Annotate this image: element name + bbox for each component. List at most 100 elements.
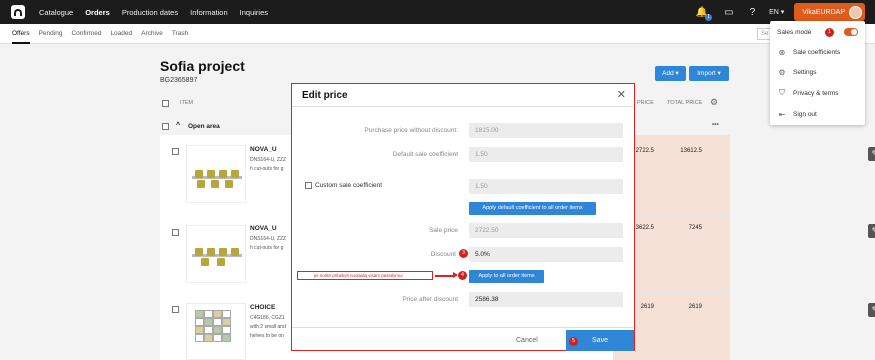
page-title: Sofia project (160, 58, 245, 74)
custom-coef-checkbox[interactable] (305, 182, 312, 189)
menu-item-sale-coefficients[interactable]: ⊗ Sale coefficients (770, 42, 865, 62)
tab-trash[interactable]: Trash (172, 24, 188, 44)
product-image (186, 225, 246, 283)
cancel-button[interactable]: Cancel (516, 337, 538, 344)
menu-item-sign-out[interactable]: ⇤ Sign out (770, 104, 865, 124)
help-icon[interactable]: ? (750, 7, 756, 18)
apply-to-all-button[interactable]: Apply to all order items (469, 270, 544, 283)
row-checkbox[interactable] (172, 229, 179, 236)
gear-icon: ⚙ (778, 67, 786, 77)
tab-offers[interactable]: Offers (12, 24, 30, 44)
product-desc: DNS164-U, ZZZ (250, 236, 287, 242)
product-desc: h cut-outs for g (250, 166, 284, 172)
divider (292, 327, 633, 328)
menu-item-label: Sale coefficients (793, 48, 841, 56)
bell-icon[interactable]: 🔔 1 (696, 7, 713, 21)
nav-information[interactable]: Information (190, 8, 228, 17)
custom-coef-label: Custom sale coefficient (315, 182, 383, 189)
custom-coef-field[interactable]: 1.50 (469, 179, 623, 194)
tab-confirmed[interactable]: Confirmed (71, 24, 101, 44)
more-icon[interactable]: ••• (712, 121, 719, 128)
product-name[interactable]: NOVA_U (250, 225, 277, 232)
row-total: 7245 (688, 225, 702, 231)
menu-item-label: Sign out (793, 110, 817, 118)
import-button[interactable]: Import ▾ (689, 66, 729, 81)
logo[interactable] (11, 5, 25, 19)
edit-price-modal: Edit price ✕ Purchase price without disc… (291, 83, 635, 351)
sales-mode-toggle[interactable] (844, 28, 858, 36)
edit-price-button[interactable]: ✎ (868, 303, 875, 317)
modal-title: Edit price (302, 90, 348, 101)
area-checkbox[interactable] (162, 123, 169, 130)
product-name[interactable]: CHOICE (250, 304, 275, 311)
gear-icon[interactable]: ⚙ (710, 97, 718, 108)
tab-archive[interactable]: Archive (141, 24, 163, 44)
after-discount-field: 2586.38 (469, 292, 623, 307)
annotation-note: jei norite pritaikyti nuolaidą visam pas… (297, 271, 433, 280)
product-image (186, 303, 246, 360)
nav-orders[interactable]: Orders (85, 8, 110, 17)
purchase-price-field: 1815.00 (469, 123, 623, 138)
project-code: BG2365897 (160, 77, 198, 84)
default-coef-label: Default sale coefficient (392, 151, 458, 158)
purchase-price-label: Purchase price without discount: (364, 127, 458, 134)
top-navbar: Catalogue Orders Production dates Inform… (0, 0, 875, 24)
product-image (186, 145, 246, 203)
product-desc: DNS164-U, ZZZ (250, 157, 287, 163)
sign-out-icon: ⇤ (778, 109, 786, 119)
close-icon[interactable]: ✕ (617, 88, 626, 101)
step-marker: 3 (459, 249, 468, 258)
menu-item-privacy[interactable]: ⛉ Privacy & terms (770, 83, 865, 103)
nav-catalogue[interactable]: Catalogue (39, 8, 73, 17)
after-discount-label: Price after discount (402, 296, 458, 303)
user-dropdown-menu: Sales mode 1 ⊗ Sale coefficients ⚙ Setti… (770, 21, 865, 125)
row-total: 13612.5 (680, 148, 702, 154)
annotation-arrow (435, 272, 458, 278)
menu-item-label: Privacy & terms (793, 89, 839, 97)
edit-price-button[interactable]: ✎ (868, 224, 875, 238)
product-name[interactable]: NOVA_U (250, 146, 277, 153)
sale-price-label: Sale price (429, 227, 458, 234)
col-total: TOTAL PRICE (667, 100, 703, 106)
step-marker: 4 (458, 271, 467, 280)
nav-production-dates[interactable]: Production dates (122, 8, 178, 17)
discount-field[interactable]: 5.0% (469, 247, 623, 262)
select-all-checkbox[interactable] (162, 100, 169, 107)
shield-icon: ⛉ (779, 88, 785, 97)
nav-inquiries[interactable]: Inquiries (240, 8, 268, 17)
notification-badge: 1 (705, 13, 713, 21)
col-item: ITEM (180, 100, 194, 106)
default-coef-field: 1.50 (469, 147, 623, 162)
user-menu-button[interactable]: VikaEURDAP (794, 3, 865, 21)
tab-loaded[interactable]: Loaded (110, 24, 132, 44)
chevron-up-icon[interactable]: ^ (176, 122, 180, 129)
row-total: 2619 (688, 304, 702, 310)
percent-icon: ⊗ (778, 47, 786, 57)
sale-price-field[interactable]: 2722.50 (469, 223, 623, 238)
save-label: Save (592, 337, 608, 344)
menu-item-sales-mode[interactable]: Sales mode 1 (770, 22, 865, 42)
chat-icon[interactable]: ▭ (724, 7, 733, 18)
edit-price-button[interactable]: ✎ (868, 147, 875, 161)
discount-label: Discount (430, 251, 456, 258)
user-name: VikaEURDAP (802, 8, 845, 16)
product-desc: with 2 small and (250, 324, 286, 330)
menu-item-settings[interactable]: ⚙ Settings (770, 62, 865, 82)
add-button[interactable]: Add ▾ (655, 66, 686, 81)
divider (292, 106, 633, 107)
col-price: PRICE (637, 100, 654, 106)
orders-subnav: Offers Pending Confirmed Loaded Archive … (0, 24, 875, 44)
area-label: Open area (188, 123, 220, 130)
menu-item-label: Sales mode (777, 28, 812, 36)
product-desc: helves to be on (250, 333, 284, 339)
product-desc: h cut-outs for g (250, 245, 284, 251)
menu-item-label: Settings (793, 68, 817, 76)
apply-default-coef-button[interactable]: Apply default coefficient to all order i… (469, 202, 596, 215)
tab-pending[interactable]: Pending (39, 24, 63, 44)
step-marker: 5 (569, 337, 578, 346)
step-marker: 1 (825, 28, 834, 37)
row-checkbox[interactable] (172, 148, 179, 155)
row-checkbox[interactable] (172, 306, 179, 313)
language-select[interactable]: EN ▾ (769, 8, 784, 16)
product-desc: C4G186, CGZ1 (250, 315, 285, 321)
